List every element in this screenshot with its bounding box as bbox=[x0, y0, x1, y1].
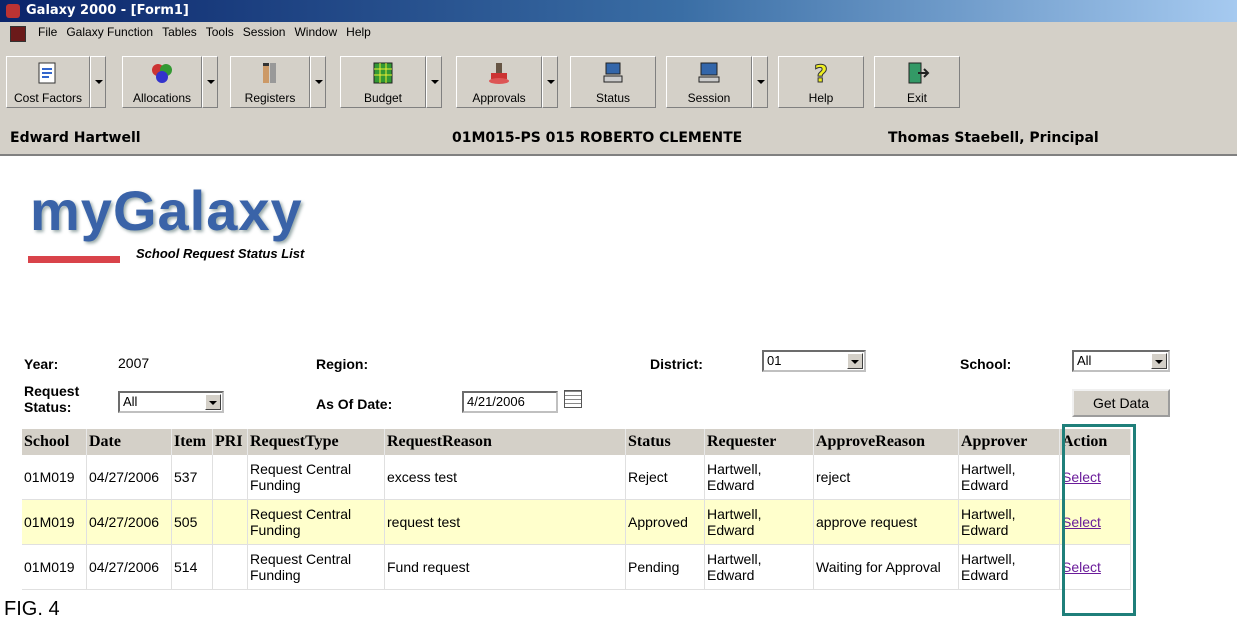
col-request-reason: RequestReason bbox=[384, 429, 626, 455]
menu-file[interactable]: File bbox=[38, 25, 57, 39]
help-icon: ? bbox=[814, 61, 829, 85]
school-label: School: bbox=[960, 356, 1012, 372]
table-row: 01M019 04/27/2006 505 Request Central Fu… bbox=[22, 499, 1131, 545]
status-icon bbox=[603, 62, 623, 83]
cost-factors-icon bbox=[38, 62, 56, 84]
table-row: 01M019 04/27/2006 514 Request Central Fu… bbox=[22, 544, 1131, 590]
district-label: District: bbox=[650, 356, 703, 372]
help-button[interactable]: ? Help bbox=[778, 56, 864, 108]
request-status-label: Request Status: bbox=[24, 383, 80, 415]
menu-session[interactable]: Session bbox=[243, 25, 286, 39]
toolbar: Cost Factors Allocations Registers Budge… bbox=[0, 44, 1237, 124]
col-requester: Requester bbox=[704, 429, 814, 455]
request-status-select[interactable]: All bbox=[118, 391, 224, 413]
session-button[interactable]: Session bbox=[666, 56, 752, 108]
session-dropdown[interactable] bbox=[752, 56, 768, 108]
as-of-date-label: As Of Date: bbox=[316, 396, 393, 412]
app-icon bbox=[6, 4, 20, 18]
logo-underline bbox=[28, 256, 120, 263]
info-bar: Edward Hartwell 01M015-PS 015 ROBERTO CL… bbox=[0, 124, 1237, 156]
region-label: Region: bbox=[316, 356, 369, 372]
approvals-icon bbox=[489, 63, 509, 84]
registers-dropdown[interactable] bbox=[310, 56, 326, 108]
col-approve-reason: ApproveReason bbox=[813, 429, 959, 455]
action-column-highlight bbox=[1062, 424, 1136, 616]
approvals-button[interactable]: Approvals bbox=[456, 56, 542, 108]
table-header-row: School Date Item PRI RequestType Request… bbox=[22, 429, 1131, 455]
mygalaxy-logo: myGalaxy bbox=[30, 179, 303, 242]
session-icon bbox=[698, 62, 720, 83]
window-title: Galaxy 2000 - [Form1] bbox=[26, 3, 189, 18]
exit-icon bbox=[908, 62, 930, 84]
menu-tables[interactable]: Tables bbox=[162, 25, 197, 39]
budget-button[interactable]: Budget bbox=[340, 56, 426, 108]
menu-tools[interactable]: Tools bbox=[206, 25, 234, 39]
menu-window[interactable]: Window bbox=[294, 25, 337, 39]
request-status-table: School Date Item PRI RequestType Request… bbox=[22, 429, 1131, 590]
table-row: 01M019 04/27/2006 537 Request Central Fu… bbox=[22, 455, 1131, 500]
year-value: 2007 bbox=[118, 355, 150, 371]
chevron-down-icon[interactable] bbox=[1151, 353, 1167, 369]
school-name: 01M015-PS 015 ROBERTO CLEMENTE bbox=[452, 130, 743, 146]
chevron-down-icon[interactable] bbox=[847, 353, 863, 369]
registers-icon bbox=[263, 63, 276, 83]
budget-dropdown[interactable] bbox=[426, 56, 442, 108]
col-school: School bbox=[22, 429, 87, 455]
cost-factors-dropdown[interactable] bbox=[90, 56, 106, 108]
col-date: Date bbox=[86, 429, 172, 455]
menu-help[interactable]: Help bbox=[346, 25, 371, 39]
exit-button[interactable]: Exit bbox=[874, 56, 960, 108]
svg-text:?: ? bbox=[814, 61, 828, 85]
as-of-date-input[interactable]: 4/21/2006 bbox=[462, 391, 558, 413]
budget-icon bbox=[373, 62, 393, 84]
get-data-button[interactable]: Get Data bbox=[1072, 389, 1170, 417]
col-request-type: RequestType bbox=[247, 429, 385, 455]
current-user: Edward Hartwell bbox=[10, 130, 141, 146]
allocations-dropdown[interactable] bbox=[202, 56, 218, 108]
allocations-button[interactable]: Allocations bbox=[122, 56, 202, 108]
registers-button[interactable]: Registers bbox=[230, 56, 310, 108]
page-subtitle: School Request Status List bbox=[136, 246, 305, 261]
calendar-icon[interactable] bbox=[564, 390, 582, 408]
cost-factors-button[interactable]: Cost Factors bbox=[6, 56, 90, 108]
school-select[interactable]: All bbox=[1072, 350, 1170, 372]
allocations-icon bbox=[152, 64, 172, 83]
col-pri: PRI bbox=[212, 429, 248, 455]
district-select[interactable]: 01 bbox=[762, 350, 866, 372]
col-status: Status bbox=[625, 429, 705, 455]
principal-name: Thomas Staebell, Principal bbox=[888, 130, 1099, 146]
menu-bar: File Galaxy Function Tables Tools Sessio… bbox=[0, 22, 1237, 45]
year-label: Year: bbox=[24, 356, 59, 372]
col-item: Item bbox=[171, 429, 213, 455]
chevron-down-icon[interactable] bbox=[205, 394, 221, 410]
title-bar: Galaxy 2000 - [Form1] bbox=[0, 0, 1237, 22]
document-icon[interactable] bbox=[10, 26, 26, 42]
approvals-dropdown[interactable] bbox=[542, 56, 558, 108]
menu-galaxy-function[interactable]: Galaxy Function bbox=[66, 25, 153, 39]
col-approver: Approver bbox=[958, 429, 1060, 455]
status-button[interactable]: Status bbox=[570, 56, 656, 108]
